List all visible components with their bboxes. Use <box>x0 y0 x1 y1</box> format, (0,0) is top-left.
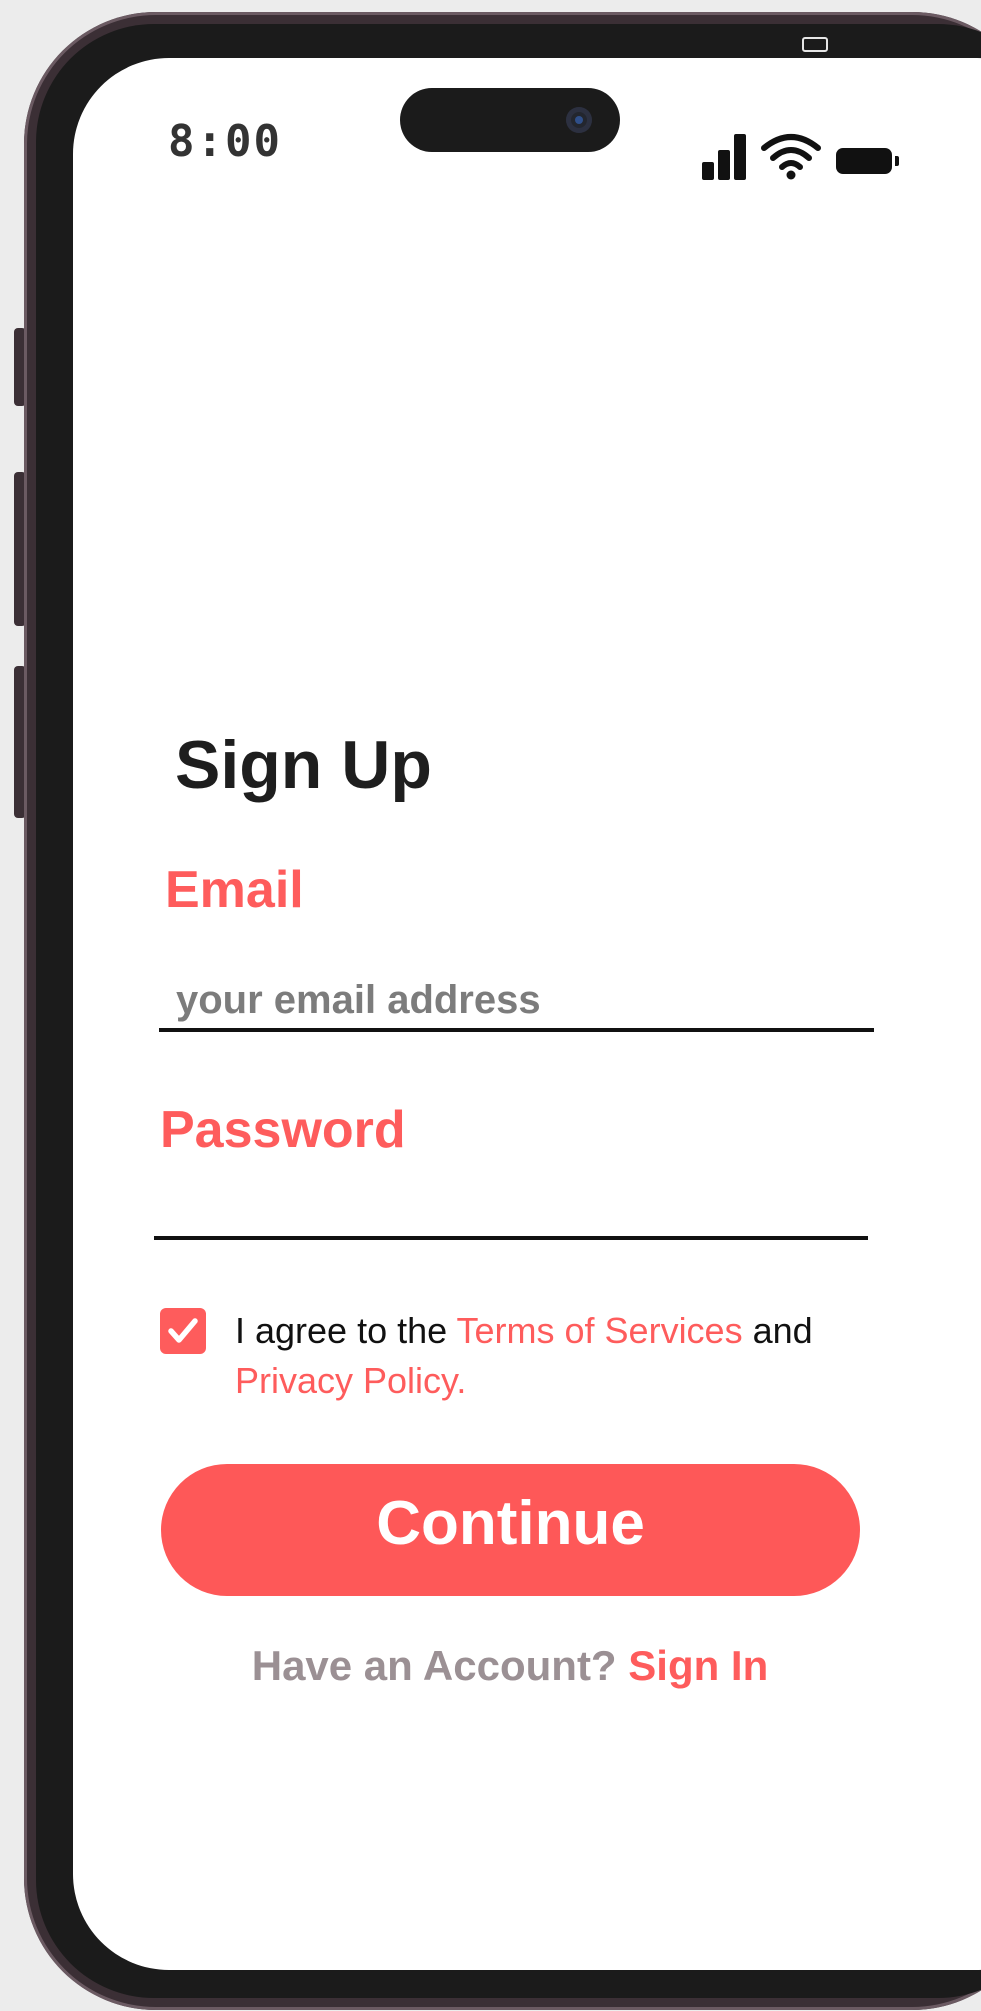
page-title: Sign Up <box>175 727 432 803</box>
continue-button[interactable]: Continue <box>161 1464 860 1596</box>
agree-middle: and <box>742 1310 813 1351</box>
agree-checkbox[interactable] <box>160 1308 206 1354</box>
camera-icon <box>566 107 592 133</box>
agree-text: I agree to the Terms of Services and Pri… <box>235 1306 875 1406</box>
sign-in-link[interactable]: Sign In <box>628 1642 768 1689</box>
privacy-link[interactable]: Privacy Policy. <box>235 1360 466 1401</box>
checkmark-icon <box>168 1318 198 1343</box>
email-label: Email <box>165 861 304 919</box>
email-field[interactable] <box>174 972 868 1028</box>
password-underline <box>154 1236 868 1240</box>
status-time: 8:00 <box>168 116 282 167</box>
phone-mockup: 8:00 Sign Up Email Password I agree to t… <box>0 0 981 2011</box>
status-icons <box>702 132 899 180</box>
account-prompt: Have an Account? <box>251 1642 629 1689</box>
mini-battery-icon <box>802 37 828 52</box>
email-underline <box>159 1028 874 1032</box>
signal-icon <box>702 132 746 180</box>
agree-prefix: I agree to the <box>235 1310 457 1351</box>
password-field[interactable] <box>170 1178 864 1234</box>
terms-link[interactable]: Terms of Services <box>457 1310 743 1351</box>
account-prompt-row: Have an Account? Sign In <box>0 1642 981 1690</box>
wifi-icon <box>761 134 821 180</box>
password-label: Password <box>160 1101 406 1159</box>
battery-icon <box>836 148 899 174</box>
